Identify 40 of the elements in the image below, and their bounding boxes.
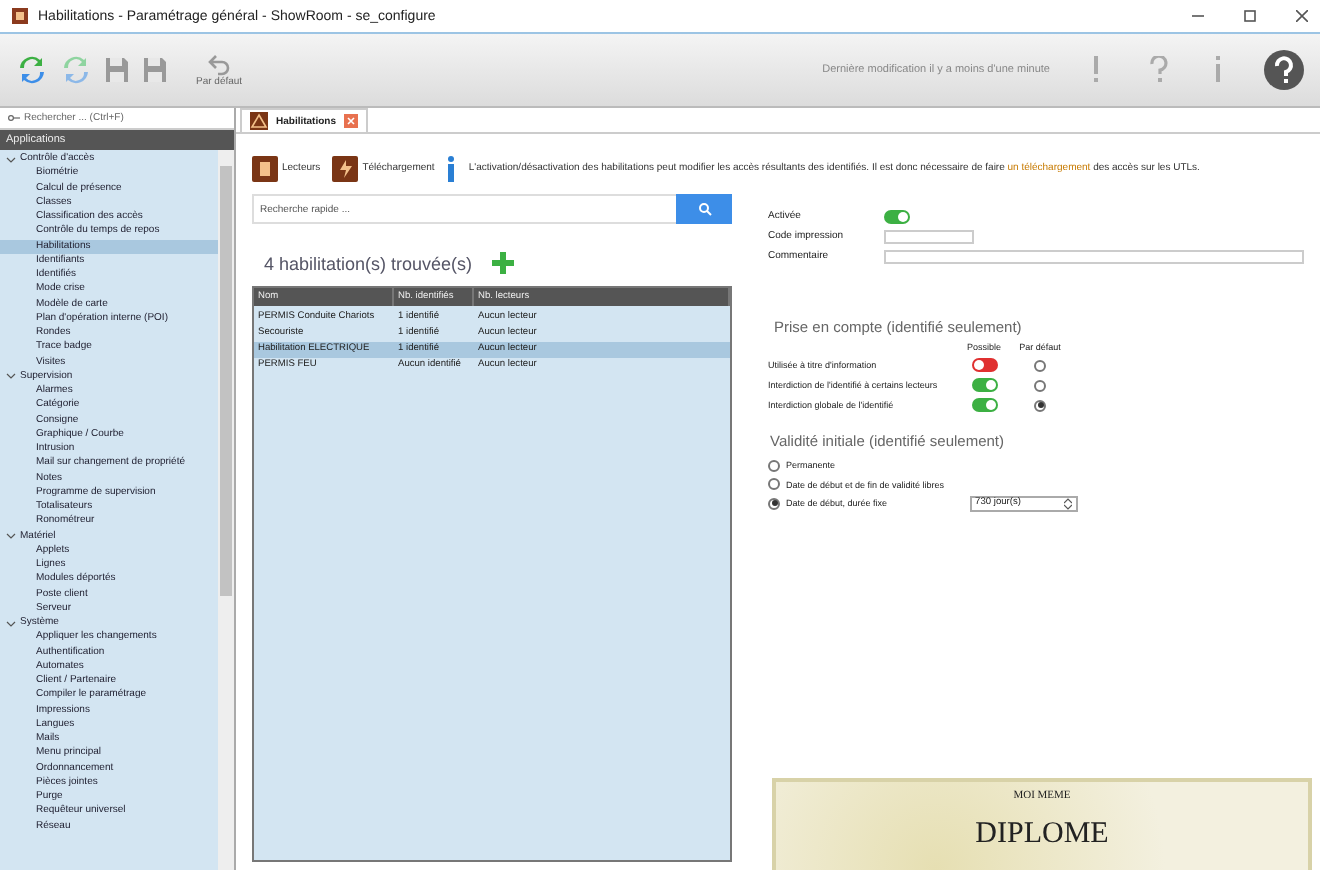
add-icon[interactable]	[492, 252, 515, 274]
toggle-switch[interactable]	[971, 358, 997, 372]
scrollbar[interactable]	[218, 150, 234, 870]
info-icon[interactable]	[1212, 56, 1224, 84]
radio-button[interactable]	[1034, 399, 1046, 411]
warning-icon	[250, 112, 268, 130]
toggle-switch[interactable]	[971, 398, 997, 412]
chevron-icon	[6, 532, 16, 541]
lightning-icon	[332, 155, 359, 181]
toggle-switch[interactable]	[971, 378, 997, 392]
info-icon	[446, 155, 457, 181]
app-icon	[12, 8, 28, 24]
input-field[interactable]	[884, 249, 1304, 263]
minimize-icon[interactable]	[1192, 10, 1204, 22]
radio-button[interactable]	[1034, 379, 1046, 391]
close-icon[interactable]	[344, 114, 359, 128]
radio-button[interactable]	[1034, 359, 1046, 371]
radio-button[interactable]	[768, 478, 780, 491]
diploma-title: DIPLOME	[975, 818, 1109, 852]
chevron-icon	[6, 155, 16, 164]
help-icon[interactable]	[1264, 50, 1304, 90]
search-icon	[8, 114, 20, 122]
maximize-icon[interactable]	[1244, 10, 1256, 22]
toggle-switch[interactable]	[884, 209, 910, 223]
chevron-icon	[6, 619, 16, 628]
save-icon[interactable]	[142, 56, 168, 84]
input-field[interactable]	[884, 229, 974, 243]
save-icon[interactable]	[104, 56, 130, 84]
close-icon[interactable]	[1296, 10, 1308, 22]
refresh-icon[interactable]	[16, 54, 48, 86]
radio-button[interactable]	[768, 459, 780, 472]
warning-icon[interactable]	[1090, 56, 1102, 84]
chevron-icon	[6, 372, 16, 381]
radio-button[interactable]	[768, 497, 780, 510]
result-count: 4 habilitation(s) trouvée(s)	[264, 253, 473, 273]
search-icon	[697, 202, 711, 216]
reader-icon	[252, 155, 278, 181]
undo-icon	[207, 52, 232, 76]
search-button[interactable]	[676, 194, 732, 224]
refresh-icon[interactable]	[60, 54, 92, 86]
